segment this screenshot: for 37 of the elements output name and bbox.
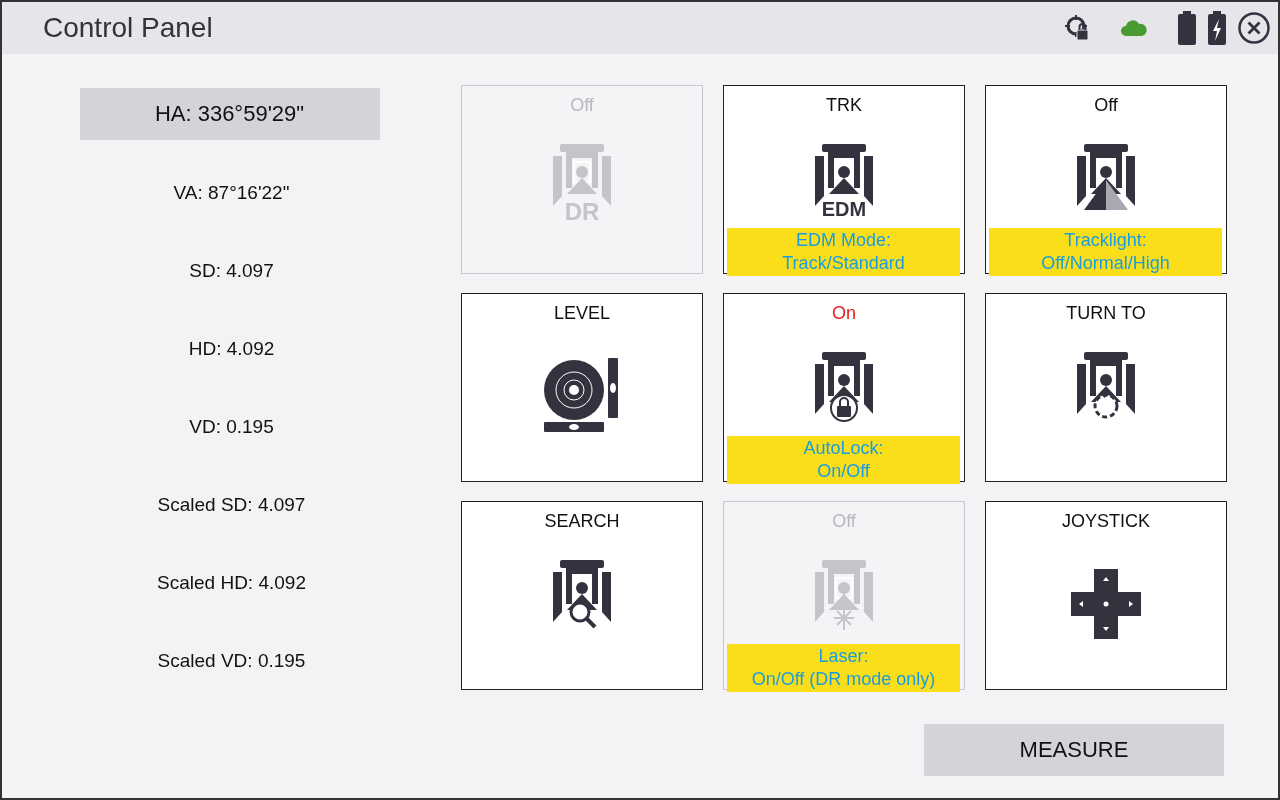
control-tile[interactable]: TRK EDM EDM Mode: Track/Standard [723,85,965,274]
control-tile[interactable]: Off Tracklight: Off/Normal/High [985,85,1227,274]
measure-button[interactable]: MEASURE [924,724,1224,776]
help-callout: EDM Mode: Track/Standard [727,228,960,276]
battery-charging-icon [1208,11,1226,45]
tile-status-label: Off [832,510,856,532]
satellite-lock-icon[interactable] [1064,14,1090,42]
tile-status-label: JOYSTICK [1062,510,1150,532]
control-tile[interactable]: SEARCH [461,501,703,690]
measurement-reading: VA: 87°16'22" [173,181,290,205]
window-title: Control Panel [43,12,213,44]
measurement-reading: SD: 4.097 [189,259,274,283]
tile-status-label: TRK [826,94,862,116]
control-tile[interactable]: TURN TO [985,293,1227,482]
tile-status-label: TURN TO [1066,302,1146,324]
level-bubble-icon [544,357,620,434]
measurement-reading: Scaled HD: 4.092 [157,571,306,595]
tile-status-label: Off [570,94,594,116]
help-callout: AutoLock: On/Off [727,436,960,484]
help-callout: Tracklight: Off/Normal/High [989,228,1222,276]
horizontal-angle-reading: HA: 336°59'29" [79,88,380,140]
tile-status-label: LEVEL [553,302,610,324]
tile-status-label: Off [1094,94,1118,116]
joystick-icon [1069,566,1143,641]
battery-icon [1178,11,1196,45]
close-icon[interactable] [1238,12,1270,44]
measurement-reading: HD: 4.092 [188,337,275,361]
help-callout: Laser: On/Off (DR mode only) [727,644,960,692]
measurement-reading: Scaled SD: 4.097 [157,493,306,517]
control-tile[interactable]: On AutoLock: On/Off [723,293,965,482]
tile-status-label: SEARCH [544,510,620,532]
measurement-reading: Scaled VD: 0.195 [157,649,306,673]
cloud-icon[interactable] [1120,19,1148,37]
control-tile[interactable]: JOYSTICK [985,501,1227,690]
control-tile[interactable]: LEVEL [461,293,703,482]
tile-status-label: On [832,302,856,324]
measurement-reading: VD: 0.195 [189,415,274,439]
